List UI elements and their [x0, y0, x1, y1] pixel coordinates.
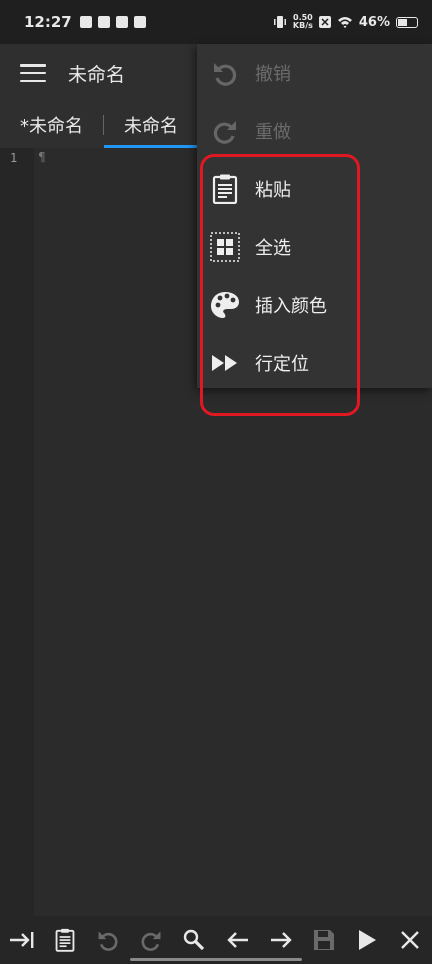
line-number: 1 [10, 151, 18, 165]
vibrate-icon [273, 16, 286, 28]
mail-icon [79, 16, 92, 28]
menu-item-paste[interactable]: 粘贴 [197, 160, 432, 218]
status-right: 0.50 KB/s 46% [273, 14, 418, 30]
network-speed-unit: KB/s [292, 21, 313, 30]
menu-item-goto-line[interactable]: 行定位 [197, 334, 432, 392]
menu-item-label: 粘贴 [255, 180, 291, 201]
tiktok-icon [97, 16, 110, 28]
notification-icons [79, 16, 146, 28]
battery-icon [396, 16, 418, 28]
select-all-icon [209, 231, 241, 263]
tab-untitled-modified[interactable]: *未命名 [0, 102, 103, 148]
redo-icon [209, 115, 241, 147]
line-gutter: 1 [0, 148, 34, 916]
paragraph-marker: ¶ [38, 150, 46, 164]
network-speed: 0.50 KB/s [293, 14, 313, 30]
app-title: 未命名 [68, 63, 126, 86]
menu-item-label: 重做 [255, 122, 291, 143]
bottom-toolbar [0, 916, 432, 964]
play-icon[interactable] [351, 924, 383, 956]
app-notification-icon [115, 16, 128, 28]
search-icon[interactable] [178, 924, 210, 956]
arrow-right-icon[interactable] [265, 924, 297, 956]
undo-icon[interactable] [92, 924, 124, 956]
fast-forward-icon [209, 347, 241, 379]
menu-item-select-all[interactable]: 全选 [197, 218, 432, 276]
menu-item-label: 插入颜色 [255, 296, 327, 317]
arrow-left-icon[interactable] [222, 924, 254, 956]
menu-item-label: 行定位 [255, 354, 309, 375]
app-notification-icon-2 [133, 16, 146, 28]
menu-item-undo[interactable]: 撤销 [197, 44, 432, 102]
menu-item-redo[interactable]: 重做 [197, 102, 432, 160]
undo-icon [209, 57, 241, 89]
menu-drawer-icon[interactable] [20, 64, 46, 82]
save-icon[interactable] [308, 924, 340, 956]
clipboard-icon [209, 173, 241, 205]
redo-icon[interactable] [135, 924, 167, 956]
wifi-icon [337, 17, 352, 28]
palette-icon [209, 289, 241, 321]
clipboard-icon[interactable] [49, 924, 81, 956]
menu-item-label: 全选 [255, 238, 291, 259]
status-time: 12:27 [24, 13, 72, 31]
menu-item-label: 撤销 [255, 64, 291, 85]
menu-item-insert-color[interactable]: 插入颜色 [197, 276, 432, 334]
close-icon[interactable] [394, 924, 426, 956]
context-menu: 撤销 重做 粘贴 全选 插入颜色 行定位 [197, 44, 432, 388]
tab-key-icon[interactable] [6, 924, 38, 956]
sim-icon [318, 16, 331, 28]
tab-untitled-active[interactable]: 未命名 [104, 102, 198, 148]
gesture-nav-handle[interactable] [130, 958, 302, 961]
battery-percent: 46% [358, 14, 390, 30]
status-bar: 12:27 0.50 KB/s 46% [0, 0, 432, 44]
